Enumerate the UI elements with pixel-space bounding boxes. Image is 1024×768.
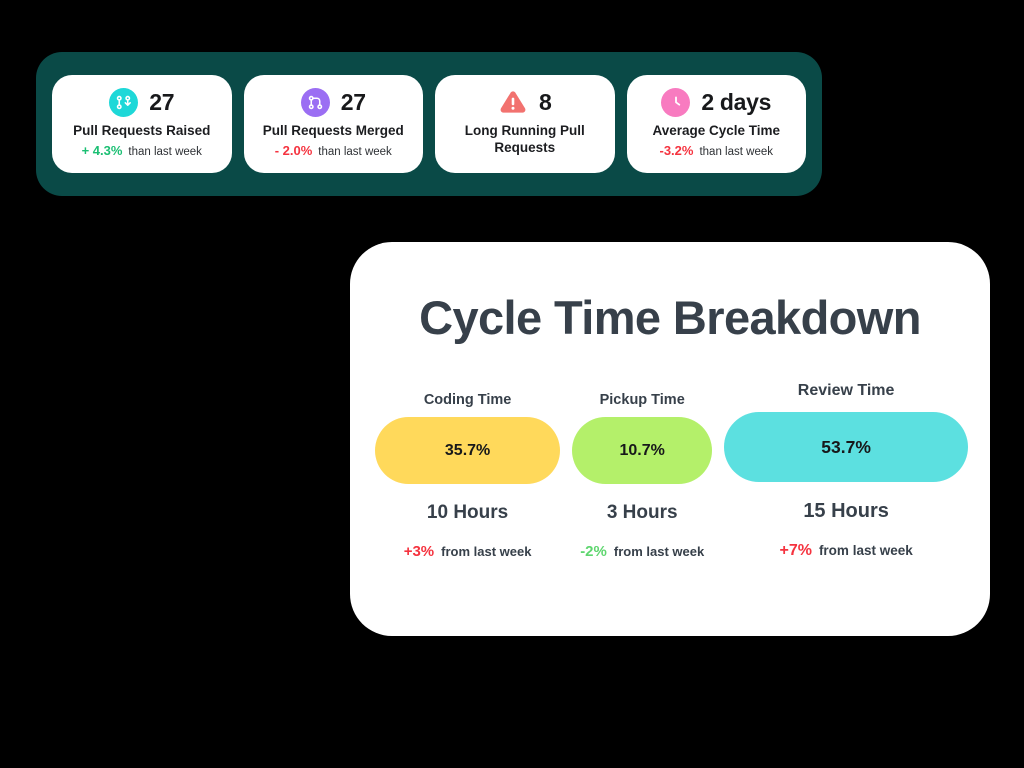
column-delta-percent: +3% <box>403 543 435 560</box>
kpi-card-pull-requests-merged[interactable]: 27 Pull Requests Merged - 2.0% than last… <box>243 75 423 173</box>
breakdown-column-pickup-time: Pickup Time 10.7% 3 Hours -2% from last … <box>572 392 713 560</box>
column-delta: +3% from last week <box>404 543 532 560</box>
clock-icon <box>661 87 691 117</box>
column-delta-note: from last week <box>818 543 913 558</box>
bar-percent-label: 10.7% <box>619 441 665 459</box>
column-delta-percent: +7% <box>779 542 812 559</box>
kpi-title: Average Cycle Time <box>652 123 781 138</box>
kpi-delta-percent: -3.2% <box>659 143 694 159</box>
kpi-title: Pull Requests Raised <box>73 123 211 138</box>
kpi-value: 2 days <box>701 88 772 115</box>
pull-request-icon <box>109 87 139 117</box>
kpi-card-pull-requests-raised[interactable]: 27 Pull Requests Raised + 4.3% than last… <box>52 75 232 173</box>
screenshot-stage: 27 Pull Requests Raised + 4.3% than last… <box>0 0 1024 768</box>
column-delta-note: from last week <box>441 544 532 559</box>
kpi-card-header: 2 days <box>661 85 771 119</box>
column-delta-percent: -2% <box>580 543 607 560</box>
column-label: Coding Time <box>423 392 512 408</box>
kpi-delta: -3.2% than last week <box>660 143 773 158</box>
kpi-card-header: 27 <box>300 85 366 119</box>
column-hours: 3 Hours <box>606 502 678 523</box>
kpi-value: 27 <box>149 88 175 115</box>
kpi-delta: + 4.3% than last week <box>82 143 202 158</box>
git-merge-icon <box>300 87 330 117</box>
breakdown-column-review-time: Review Time 53.7% 15 Hours +7% from last… <box>724 382 968 560</box>
kpi-title: Long Running Pull Requests <box>464 123 585 156</box>
kpi-delta-note: than last week <box>128 146 202 159</box>
warning-triangle-icon <box>498 87 528 117</box>
bar-coding-time[interactable]: 35.7% <box>375 417 561 484</box>
kpi-title: Pull Requests Merged <box>262 123 404 138</box>
kpi-delta-note: than last week <box>699 146 773 159</box>
column-delta-note: from last week <box>613 544 705 559</box>
kpi-value: 8 <box>539 88 552 115</box>
column-delta: -2% from last week <box>580 543 704 560</box>
column-hours: 15 Hours <box>803 500 889 522</box>
bar-pickup-time[interactable]: 10.7% <box>572 417 713 484</box>
kpi-card-header: 27 <box>109 85 175 119</box>
kpi-delta-note: than last week <box>318 146 392 159</box>
kpi-value: 27 <box>340 88 366 115</box>
kpi-panel: 27 Pull Requests Raised + 4.3% than last… <box>36 52 822 196</box>
column-label: Pickup Time <box>599 392 685 408</box>
column-delta: +7% from last week <box>779 542 912 560</box>
breakdown-columns: Coding Time 35.7% 10 Hours +3% from last… <box>375 382 968 560</box>
breakdown-column-coding-time: Coding Time 35.7% 10 Hours +3% from last… <box>375 392 561 560</box>
kpi-card-header: 8 <box>498 85 552 119</box>
kpi-delta-percent: - 2.0% <box>274 143 313 159</box>
bar-percent-label: 35.7% <box>444 441 491 459</box>
kpi-delta: - 2.0% than last week <box>275 143 392 158</box>
cycle-time-breakdown-card: Cycle Time Breakdown Coding Time 35.7% 1… <box>350 242 990 636</box>
kpi-card-average-cycle-time[interactable]: 2 days Average Cycle Time -3.2% than las… <box>626 75 806 173</box>
bar-review-time[interactable]: 53.7% <box>724 412 968 482</box>
column-hours: 10 Hours <box>426 502 509 523</box>
bar-percent-label: 53.7% <box>821 436 871 457</box>
page-title: Cycle Time Breakdown <box>419 291 921 344</box>
kpi-delta-percent: + 4.3% <box>81 143 123 159</box>
column-label: Review Time <box>797 382 895 399</box>
kpi-card-long-running-pull-requests[interactable]: 8 Long Running Pull Requests <box>435 75 615 173</box>
